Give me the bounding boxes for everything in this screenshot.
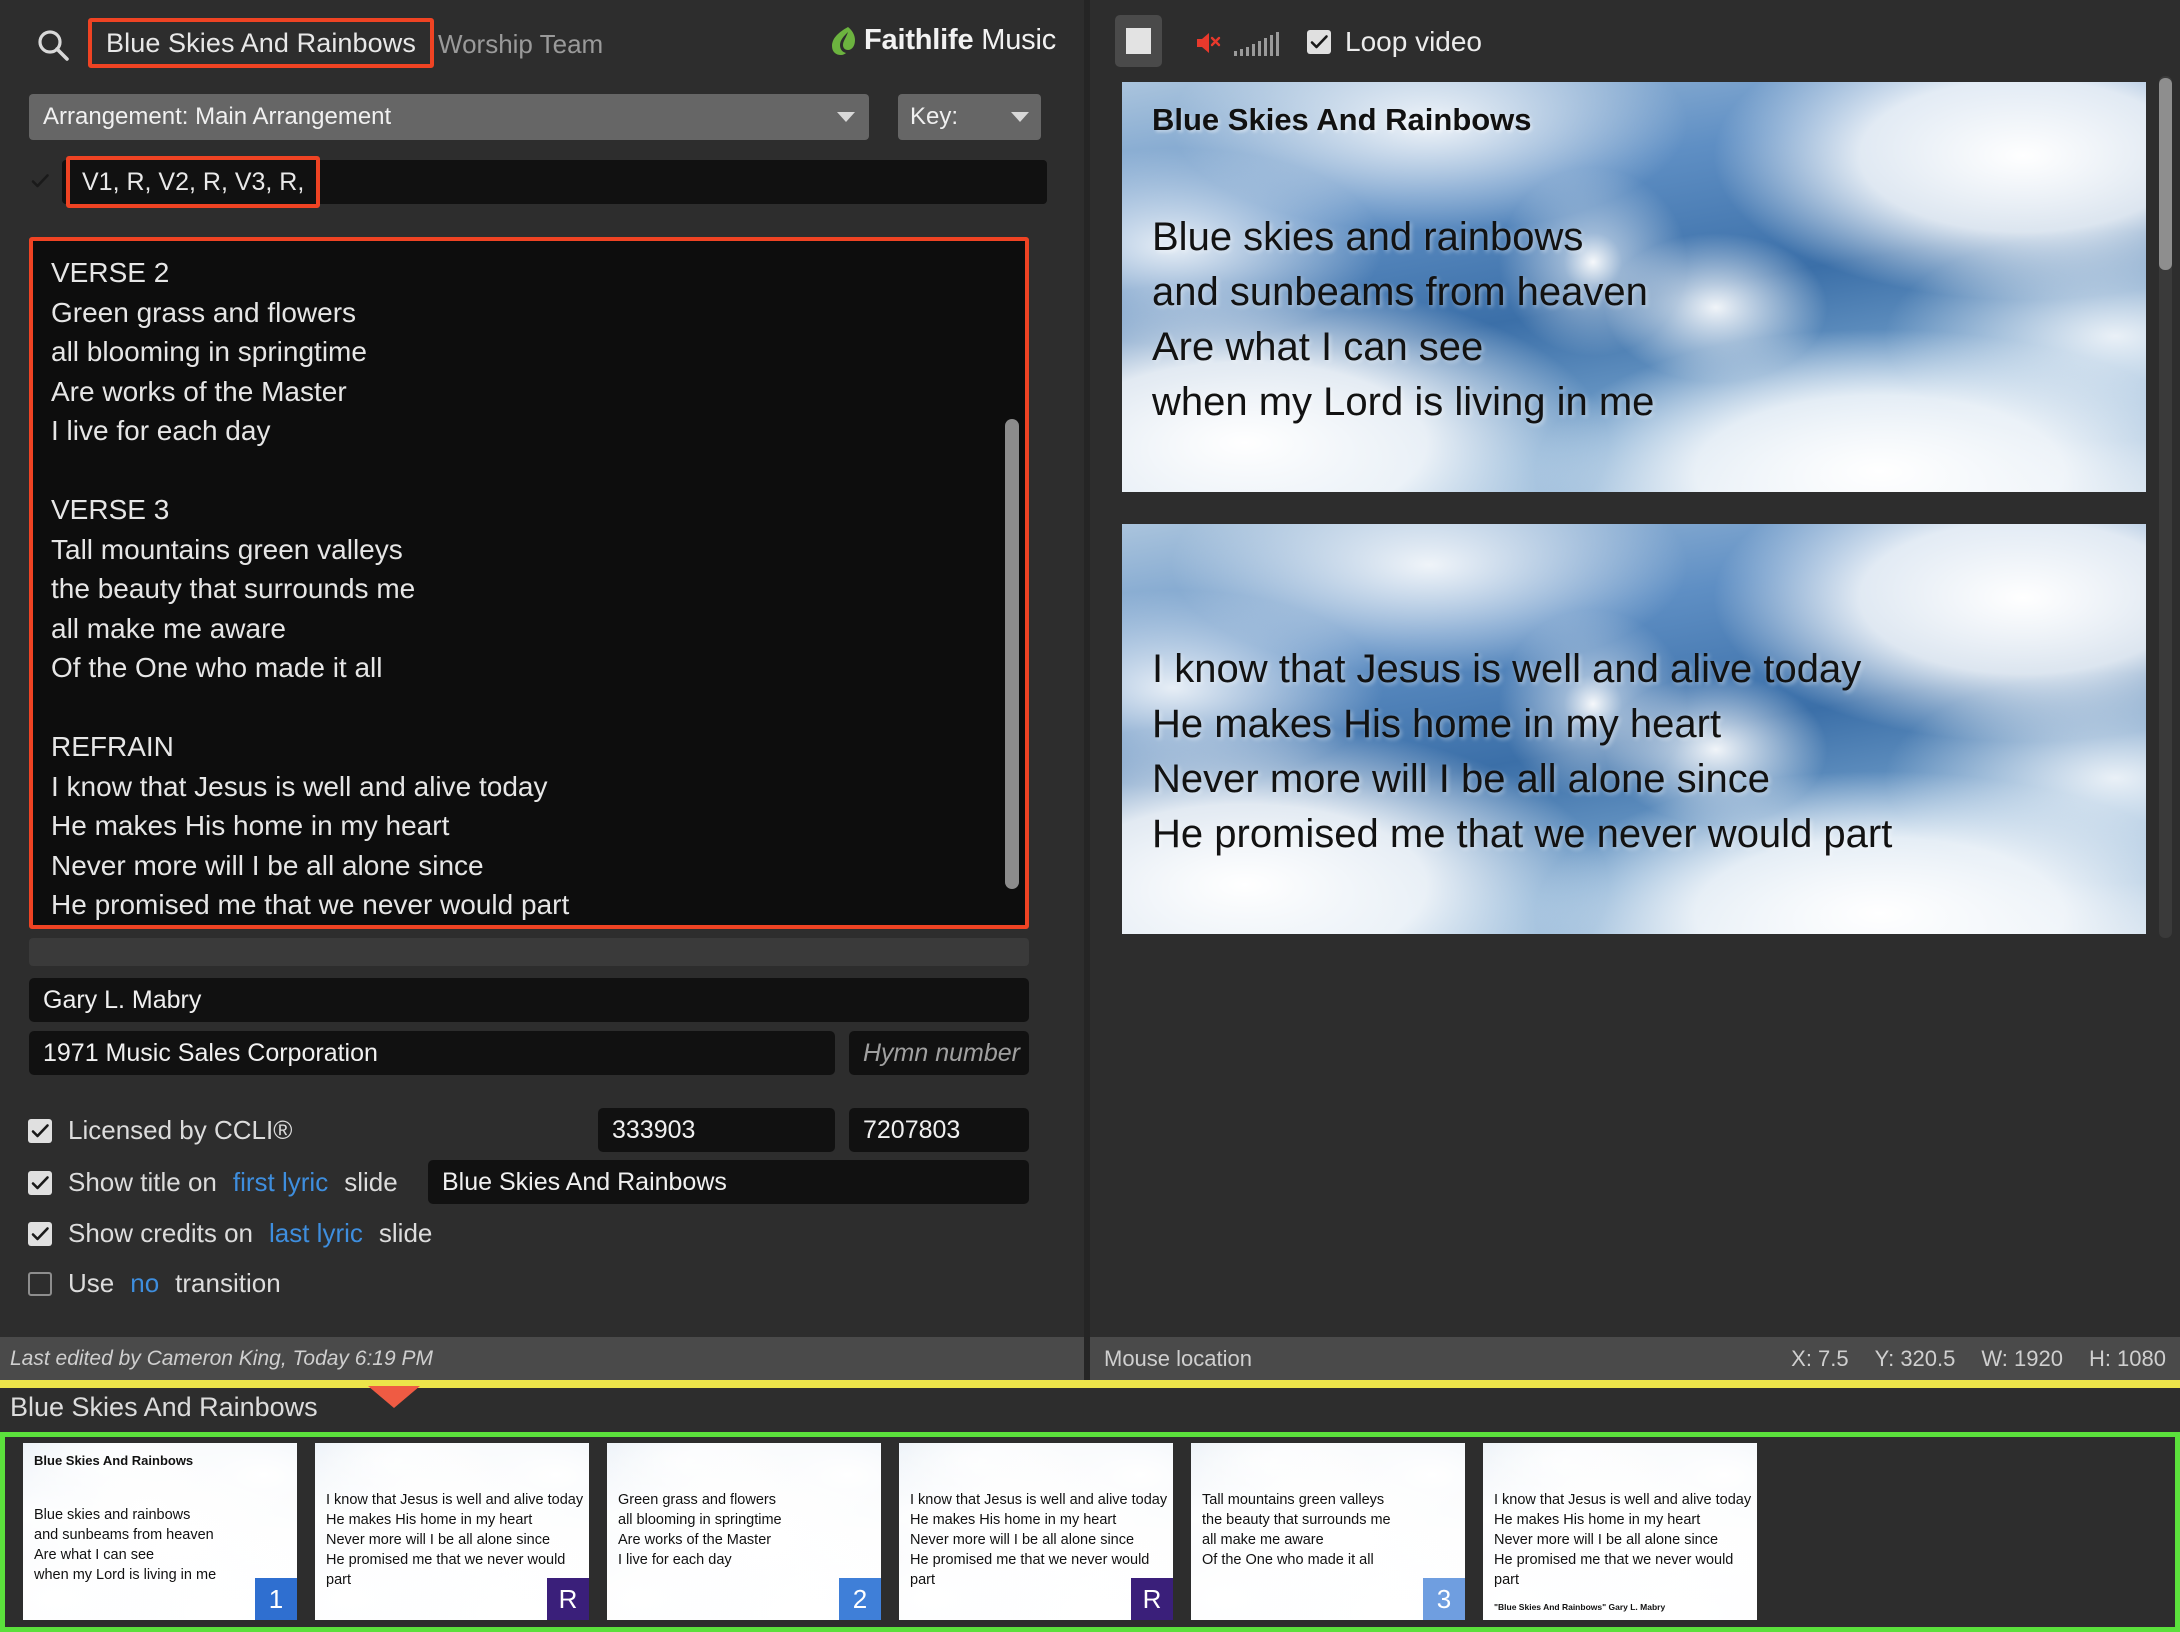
thumbnail-lyrics: I know that Jesus is well and alive toda… <box>326 1492 584 1588</box>
thumbnail-title: Blue Skies And Rainbows <box>34 1453 194 1468</box>
canvas-width-value: W: 1920 <box>1981 1345 2063 1371</box>
show-credits-link[interactable]: last lyric <box>269 1218 363 1249</box>
app-window: Blue Skies And Rainbows Worship Team Fai… <box>0 0 2180 1632</box>
lyrics-footer-bar <box>29 938 1029 966</box>
key-select[interactable]: Key: <box>898 94 1041 140</box>
stop-button[interactable] <box>1115 15 1162 67</box>
canvas-height-value: H: 1080 <box>2088 1345 2166 1371</box>
filmstrip-thumbnails[interactable]: Blue Skies And Rainbows Blue skies and ra… <box>5 1437 1757 1627</box>
hymn-number-input[interactable]: Hymn number <box>849 1031 1029 1075</box>
use-transition-row[interactable]: Use no transition <box>28 1268 281 1299</box>
sequence-value[interactable]: V1, R, V2, R, V3, R, <box>66 156 321 208</box>
speaker-muted-icon[interactable] <box>1195 30 1225 56</box>
show-credits-label-pre: Show credits on <box>68 1218 253 1248</box>
preview-scrollbar-thumb[interactable] <box>2159 78 2172 270</box>
preview-slide-2[interactable]: I know that Jesus is well and alive toda… <box>1122 524 2146 934</box>
licensed-by-ccli-checkbox[interactable] <box>28 1118 52 1143</box>
preview-slide-1[interactable]: Blue Skies And Rainbows Blue skies and r… <box>1122 82 2146 492</box>
thumbnail-badge: R <box>1131 1578 1173 1620</box>
show-title-link[interactable]: first lyric <box>233 1167 328 1198</box>
filmstrip-thumbnail[interactable]: Green grass and flowers all blooming in … <box>607 1443 881 1620</box>
mouse-x-value: X: 7.5 <box>1791 1345 1849 1371</box>
brand-text: Faithlife Music <box>864 24 1056 57</box>
use-transition-checkbox[interactable] <box>28 1271 52 1296</box>
lyrics-scrollbar-thumb[interactable] <box>1005 419 1019 889</box>
show-title-label-post: slide <box>344 1167 398 1197</box>
editor-header: Blue Skies And Rainbows Worship Team Fai… <box>0 0 1084 78</box>
licensed-by-ccli-label: Licensed by CCLI® <box>68 1115 293 1145</box>
arrangement-select[interactable]: Arrangement: Main Arrangement <box>29 94 869 140</box>
thumbnail-badge: 1 <box>255 1578 297 1620</box>
faithlife-music-logo: Faithlife Music <box>828 24 1056 57</box>
top-area: Blue Skies And Rainbows Worship Team Fai… <box>0 0 2180 1380</box>
chevron-down-icon <box>837 112 855 122</box>
use-transition-link[interactable]: no <box>130 1268 159 1299</box>
mouse-location-label: Mouse location <box>1104 1345 1252 1371</box>
show-title-label-pre: Show title on <box>68 1167 217 1197</box>
licensed-by-ccli-row[interactable]: Licensed by CCLI® <box>28 1115 292 1146</box>
loop-video-label: Loop video <box>1345 26 1483 57</box>
show-credits-row[interactable]: Show credits on last lyric slide <box>28 1218 432 1249</box>
song-number-input[interactable]: 7207803 <box>849 1108 1029 1152</box>
use-transition-label-pre: Use <box>68 1268 115 1298</box>
author-input[interactable]: Gary L. Mabry <box>29 978 1029 1022</box>
thumbnail-lyrics: Green grass and flowers all blooming in … <box>618 1492 782 1568</box>
preview-pane: Loop video Blue Skies And Rainbows Blue … <box>1090 0 2180 1380</box>
filmstrip-thumbnail[interactable]: I know that Jesus is well and alive toda… <box>315 1443 589 1620</box>
show-credits-label-post: slide <box>378 1218 433 1248</box>
filmstrip-thumbnail[interactable]: I know that Jesus is well and alive toda… <box>899 1443 1173 1620</box>
horizontal-splitter[interactable] <box>0 1380 2180 1388</box>
chevron-down-icon <box>1011 112 1029 122</box>
thumbnail-lyrics: I know that Jesus is well and alive toda… <box>910 1492 1168 1588</box>
thumbnail-lyrics: Tall mountains green valleys the beauty … <box>1202 1492 1391 1568</box>
search-icon[interactable] <box>36 28 70 62</box>
song-editor-pane: Blue Skies And Rainbows Worship Team Fai… <box>0 0 1084 1380</box>
show-credits-checkbox[interactable] <box>28 1221 52 1246</box>
filmstrip-thumbnail[interactable]: Tall mountains green valleys the beauty … <box>1191 1443 1465 1620</box>
preview-2-lyrics: I know that Jesus is well and alive toda… <box>1152 647 1893 856</box>
ccli-number-input[interactable]: 333903 <box>598 1108 835 1152</box>
show-title-row[interactable]: Show title on first lyric slide <box>28 1167 398 1198</box>
copyright-input[interactable]: 1971 Music Sales Corporation <box>29 1031 835 1075</box>
loop-video-row[interactable]: Loop video <box>1307 26 1482 58</box>
filmstrip-thumbnail[interactable]: I know that Jesus is well and alive toda… <box>1483 1443 1757 1620</box>
brand-name-light: Music <box>973 24 1056 56</box>
player-toolbar: Loop video <box>1090 0 2180 80</box>
slide-filmstrip-area: Blue Skies And Rainbows Blue Skies And R… <box>0 1388 2180 1632</box>
loop-video-checkbox[interactable] <box>1307 30 1331 54</box>
arrangement-select-label: Arrangement: Main Arrangement <box>43 103 392 130</box>
thumbnail-badge: R <box>547 1578 589 1620</box>
filmstrip-selection-box[interactable]: Blue Skies And Rainbows Blue skies and ra… <box>0 1432 2180 1632</box>
title-slide-text-input[interactable]: Blue Skies And Rainbows <box>428 1160 1029 1204</box>
song-subtitle: Worship Team <box>438 29 604 59</box>
filmstrip-thumbnail[interactable]: Blue Skies And Rainbows Blue skies and ra… <box>23 1443 297 1620</box>
volume-control[interactable] <box>1195 28 1279 56</box>
faithlife-leaf-icon <box>828 25 856 57</box>
brand-name-bold: Faithlife <box>864 24 974 56</box>
stop-icon <box>1126 28 1151 54</box>
last-edited-status: Last edited by Cameron King, Today 6:19 … <box>0 1337 1084 1380</box>
lyrics-editor[interactable]: VERSE 2 Green grass and flowers all bloo… <box>29 237 1029 929</box>
thumbnail-lyrics: I know that Jesus is well and alive toda… <box>1494 1492 1752 1588</box>
arrangement-row: Arrangement: Main Arrangement Key: <box>0 94 1084 142</box>
thumbnail-badge: 2 <box>839 1578 881 1620</box>
preview-1-lyrics: Blue skies and rainbows and sunbeams fro… <box>1152 215 1655 424</box>
mouse-y-value: Y: 320.5 <box>1874 1345 1956 1371</box>
lyrics-text[interactable]: VERSE 2 Green grass and flowers all bloo… <box>51 253 997 925</box>
mouse-coordinates: X: 7.5 Y: 320.5 W: 1920 H: 1080 <box>1791 1346 2166 1372</box>
thumbnail-badge: 3 <box>1423 1578 1465 1620</box>
filmstrip-song-title: Blue Skies And Rainbows <box>10 1392 318 1422</box>
thumbnail-credit: "Blue Skies And Rainbows" Gary L. Mabry <box>1494 1602 1666 1612</box>
mouse-location-status: Mouse location X: 7.5 Y: 320.5 W: 1920 H… <box>1090 1337 2180 1380</box>
thumbnail-lyrics: Blue skies and rainbows and sunbeams fro… <box>34 1507 217 1583</box>
use-transition-label-post: transition <box>175 1268 281 1298</box>
key-select-label: Key: <box>910 103 959 130</box>
song-title-input[interactable]: Blue Skies And Rainbows <box>88 18 434 68</box>
show-title-checkbox[interactable] <box>28 1170 52 1195</box>
playback-position-marker <box>368 1386 420 1408</box>
preview-1-title: Blue Skies And Rainbows <box>1152 102 1532 137</box>
volume-level-bars[interactable] <box>1234 32 1279 56</box>
sequence-row: V1, R, V2, R, V3, R, <box>0 156 1084 208</box>
